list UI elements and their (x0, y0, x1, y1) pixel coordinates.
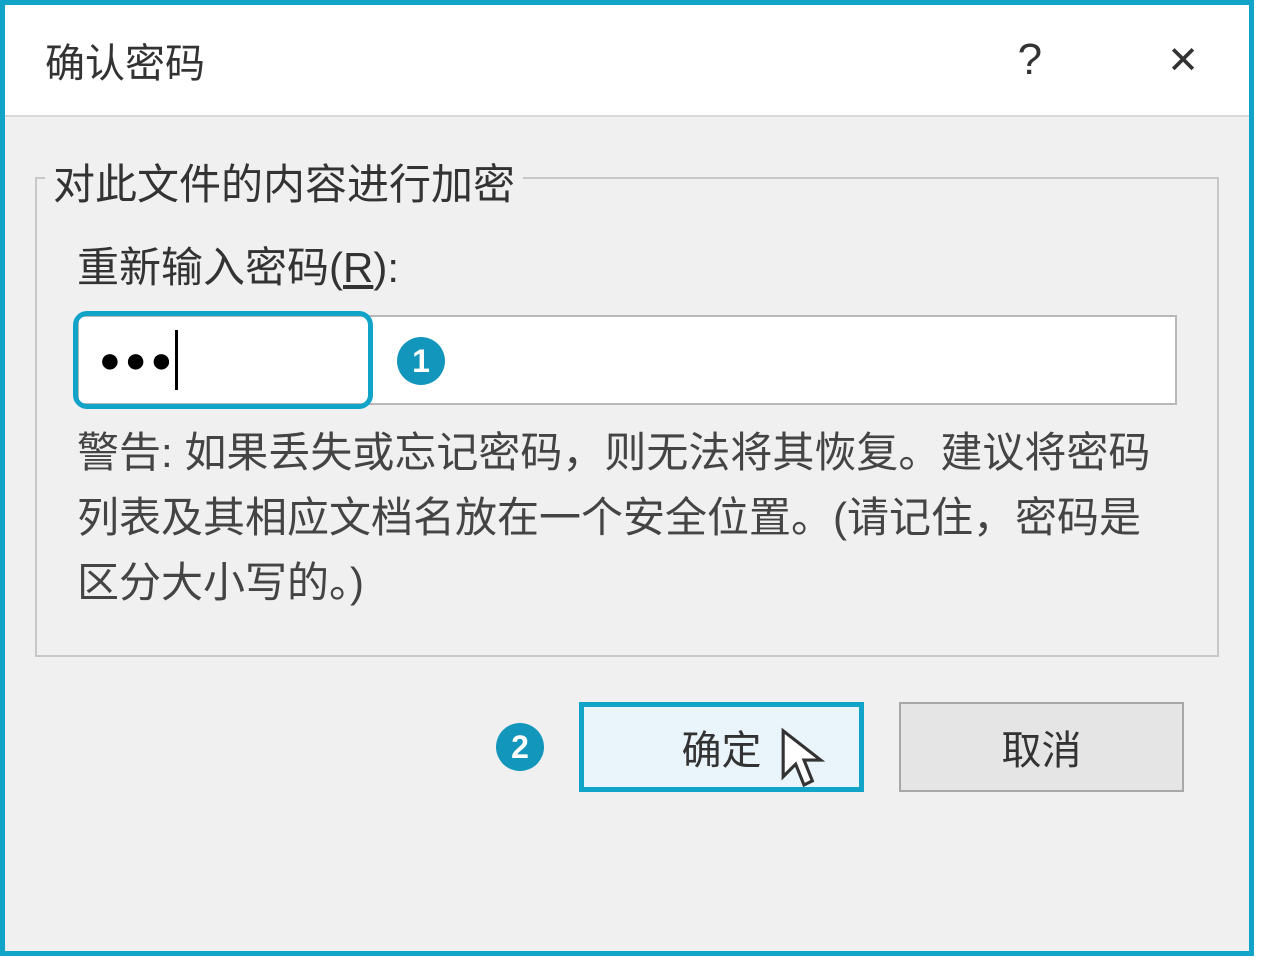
password-input-row: 1 (77, 315, 1177, 405)
mouse-cursor-icon (779, 725, 829, 795)
label-prefix: 重新输入密码( (77, 244, 343, 291)
close-icon[interactable]: ✕ (1142, 28, 1224, 93)
warning-text: 警告: 如果丢失或忘记密码，则无法将其恢复。建议将密码列表及其相应文档名放在一个… (77, 420, 1177, 615)
dialog-title: 确认密码 (45, 31, 998, 89)
cancel-button[interactable]: 取消 (899, 702, 1184, 792)
button-row: 2 确定 取消 (35, 657, 1219, 792)
password-input[interactable] (77, 315, 1177, 405)
dialog-content: 对此文件的内容进行加密 重新输入密码(R): 1 警告: 如果丢失或忘记密码，则… (5, 117, 1249, 792)
ok-button-label: 确定 (682, 729, 762, 773)
label-suffix: ): (373, 244, 399, 291)
encrypt-groupbox: 对此文件的内容进行加密 重新输入密码(R): 1 警告: 如果丢失或忘记密码，则… (35, 177, 1219, 657)
titlebar-controls: ? ✕ (998, 25, 1224, 95)
titlebar: 确认密码 ? ✕ (5, 5, 1249, 117)
help-icon[interactable]: ? (998, 25, 1062, 95)
ok-button[interactable]: 确定 (579, 702, 864, 792)
confirm-password-dialog: 确认密码 ? ✕ 对此文件的内容进行加密 重新输入密码(R): 1 警告: 如果… (0, 0, 1254, 956)
annotation-badge-2: 2 (496, 723, 544, 771)
groupbox-title: 对此文件的内容进行加密 (45, 151, 523, 212)
annotation-badge-1: 1 (397, 337, 445, 385)
password-label: 重新输入密码(R): (77, 234, 1177, 295)
label-hotkey: R (343, 244, 373, 291)
